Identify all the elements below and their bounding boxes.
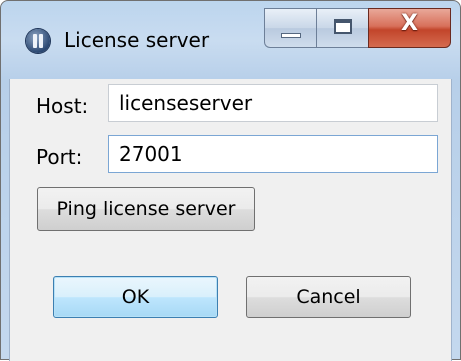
host-label: Host: xyxy=(36,94,89,118)
close-button[interactable]: X xyxy=(368,8,451,48)
maximize-button[interactable] xyxy=(316,8,368,48)
ok-button[interactable]: OK xyxy=(53,276,218,318)
close-icon: X xyxy=(401,11,418,36)
window-title: License server xyxy=(64,28,210,52)
app-logo-icon xyxy=(26,29,50,53)
port-input[interactable]: 27001 xyxy=(108,135,438,173)
cancel-button[interactable]: Cancel xyxy=(246,276,411,318)
dialog-body: Host: licenseserver Port: 27001 Ping lic… xyxy=(9,79,452,361)
license-server-dialog: License server X Host: licenseserver Por… xyxy=(0,0,461,361)
port-label: Port: xyxy=(36,145,83,169)
host-input[interactable]: licenseserver xyxy=(108,84,438,122)
minimize-button[interactable] xyxy=(264,8,316,48)
minimize-icon xyxy=(281,33,301,38)
maximize-icon xyxy=(334,19,352,34)
title-bar[interactable]: License server X xyxy=(1,1,460,79)
ping-license-server-button[interactable]: Ping license server xyxy=(37,187,255,231)
caption-buttons: X xyxy=(264,8,451,56)
